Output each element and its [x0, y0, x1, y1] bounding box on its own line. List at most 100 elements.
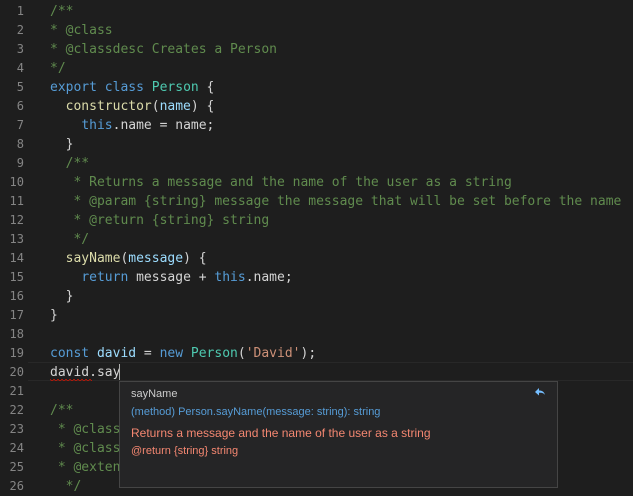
code-token: name [159, 99, 191, 114]
line-number: 19 [9, 346, 24, 360]
code-line[interactable]: */ [50, 230, 633, 249]
code-token: } [50, 289, 74, 304]
code-line[interactable]: } [50, 287, 633, 306]
code-token: class [104, 80, 152, 95]
code-token: ); [300, 346, 317, 361]
code-line[interactable]: sayName(message) { [50, 249, 633, 268]
code-token: message + [136, 270, 215, 285]
line-number-gutter: 1 2 3 4 5 6 7 8 9 10 11 12 13 14 15 16 17 18 19 20 21 22 23 24 2… [0, 0, 28, 493]
line-number: 2 [16, 23, 24, 37]
line-number: 10 [9, 175, 24, 189]
code-line[interactable]: const david = new Person('David'); [50, 344, 633, 363]
code-token: this [81, 118, 113, 133]
line-number: 22 [9, 403, 24, 417]
code-token: * @class [50, 422, 121, 437]
line-number: 9 [16, 156, 24, 170]
line-number: 16 [9, 289, 24, 303]
code-token: .name = name; [112, 118, 215, 133]
code-token: */ [50, 479, 82, 494]
code-line[interactable]: /** [50, 154, 633, 173]
code-token: * @return {string} string [50, 213, 270, 228]
line-number: 11 [9, 194, 24, 208]
code-token: Person [151, 80, 199, 95]
code-token: */ [50, 232, 90, 247]
hover-tooltip[interactable]: sayName (method) Person.sayName(message:… [119, 381, 558, 488]
code-token: .name; [245, 270, 293, 285]
code-token: const [50, 346, 97, 361]
line-number: 13 [9, 232, 24, 246]
line-number: 17 [9, 308, 24, 322]
code-token: ( [151, 99, 160, 114]
code-line[interactable]: constructor(name) { [50, 97, 633, 116]
code-token: return [81, 270, 137, 285]
code-editor[interactable]: 1 2 3 4 5 6 7 8 9 10 11 12 13 14 15 16 17 18 19 20 21 22 23 24 2… [0, 0, 633, 494]
line-number: 3 [16, 42, 24, 56]
code-token: constructor [65, 99, 152, 114]
code-token: ( [237, 346, 246, 361]
hover-signature: (method) Person.sayName(message: string)… [131, 406, 381, 418]
line-number: 8 [16, 137, 24, 151]
code-line[interactable]: * @classdesc Creates a Person [50, 40, 633, 59]
code-token: * @param {string} message the message th… [50, 194, 622, 209]
code-token: ) { [183, 251, 207, 266]
line-number: 21 [9, 384, 24, 398]
line-number: 5 [16, 80, 24, 94]
code-line[interactable]: return message + this.name; [50, 268, 633, 287]
error-squiggle [50, 379, 92, 382]
code-token: sayName [65, 251, 121, 266]
code-token: * Returns a message and the name of the … [50, 175, 512, 190]
code-line[interactable]: } [50, 135, 633, 154]
line-number: 23 [9, 422, 24, 436]
code-token: = [136, 346, 160, 361]
code-line[interactable]: david.say [50, 363, 633, 382]
code-line[interactable]: this.name = name; [50, 116, 633, 135]
code-token: this [214, 270, 246, 285]
line-number: 4 [16, 61, 24, 75]
code-line[interactable]: * @class [50, 21, 633, 40]
code-line[interactable]: } [50, 306, 633, 325]
code-token: /** [50, 4, 74, 19]
code-line[interactable]: /** [50, 2, 633, 21]
code-line[interactable]: * Returns a message and the name of the … [50, 173, 633, 192]
line-number: 6 [16, 99, 24, 113]
code-token: david [96, 346, 137, 361]
code-token: ) { [190, 99, 215, 114]
code-token: * @class [50, 441, 121, 456]
code-token: * @class [50, 23, 113, 38]
code-line[interactable]: * @return {string} string [50, 211, 633, 230]
code-token: Person [190, 346, 238, 361]
line-number: 7 [16, 118, 24, 132]
line-number: 15 [9, 270, 24, 284]
code-token: new [159, 346, 191, 361]
code-token: export [50, 80, 105, 95]
line-number: 18 [9, 327, 24, 341]
line-number: 24 [9, 441, 24, 455]
line-number: 20 [9, 365, 24, 379]
line-number: 25 [9, 460, 24, 474]
code-token: /** [50, 403, 74, 418]
text-cursor [119, 364, 120, 380]
code-token: * @classdesc Creates a Person [50, 42, 277, 57]
line-number: 26 [9, 479, 24, 493]
code-line[interactable] [50, 325, 633, 344]
hover-return-doc: @return {string} string [131, 445, 239, 457]
code-token: /** [50, 156, 90, 171]
code-token: } [50, 308, 58, 323]
hover-title: sayName [131, 388, 178, 400]
line-number: 1 [16, 4, 24, 18]
code-token: 'David' [245, 346, 301, 361]
code-token: david.say [50, 365, 121, 380]
code-line[interactable]: export class Person { [50, 78, 633, 97]
reply-arrow-icon[interactable] [533, 385, 547, 399]
code-token: } [50, 137, 74, 152]
code-line[interactable]: */ [50, 59, 633, 78]
line-number: 12 [9, 213, 24, 227]
code-token: message [128, 251, 184, 266]
code-line[interactable]: * @param {string} message the message th… [50, 192, 633, 211]
hover-description: Returns a message and the name of the us… [131, 426, 431, 440]
line-number: 14 [9, 251, 24, 265]
code-token: */ [50, 61, 66, 76]
